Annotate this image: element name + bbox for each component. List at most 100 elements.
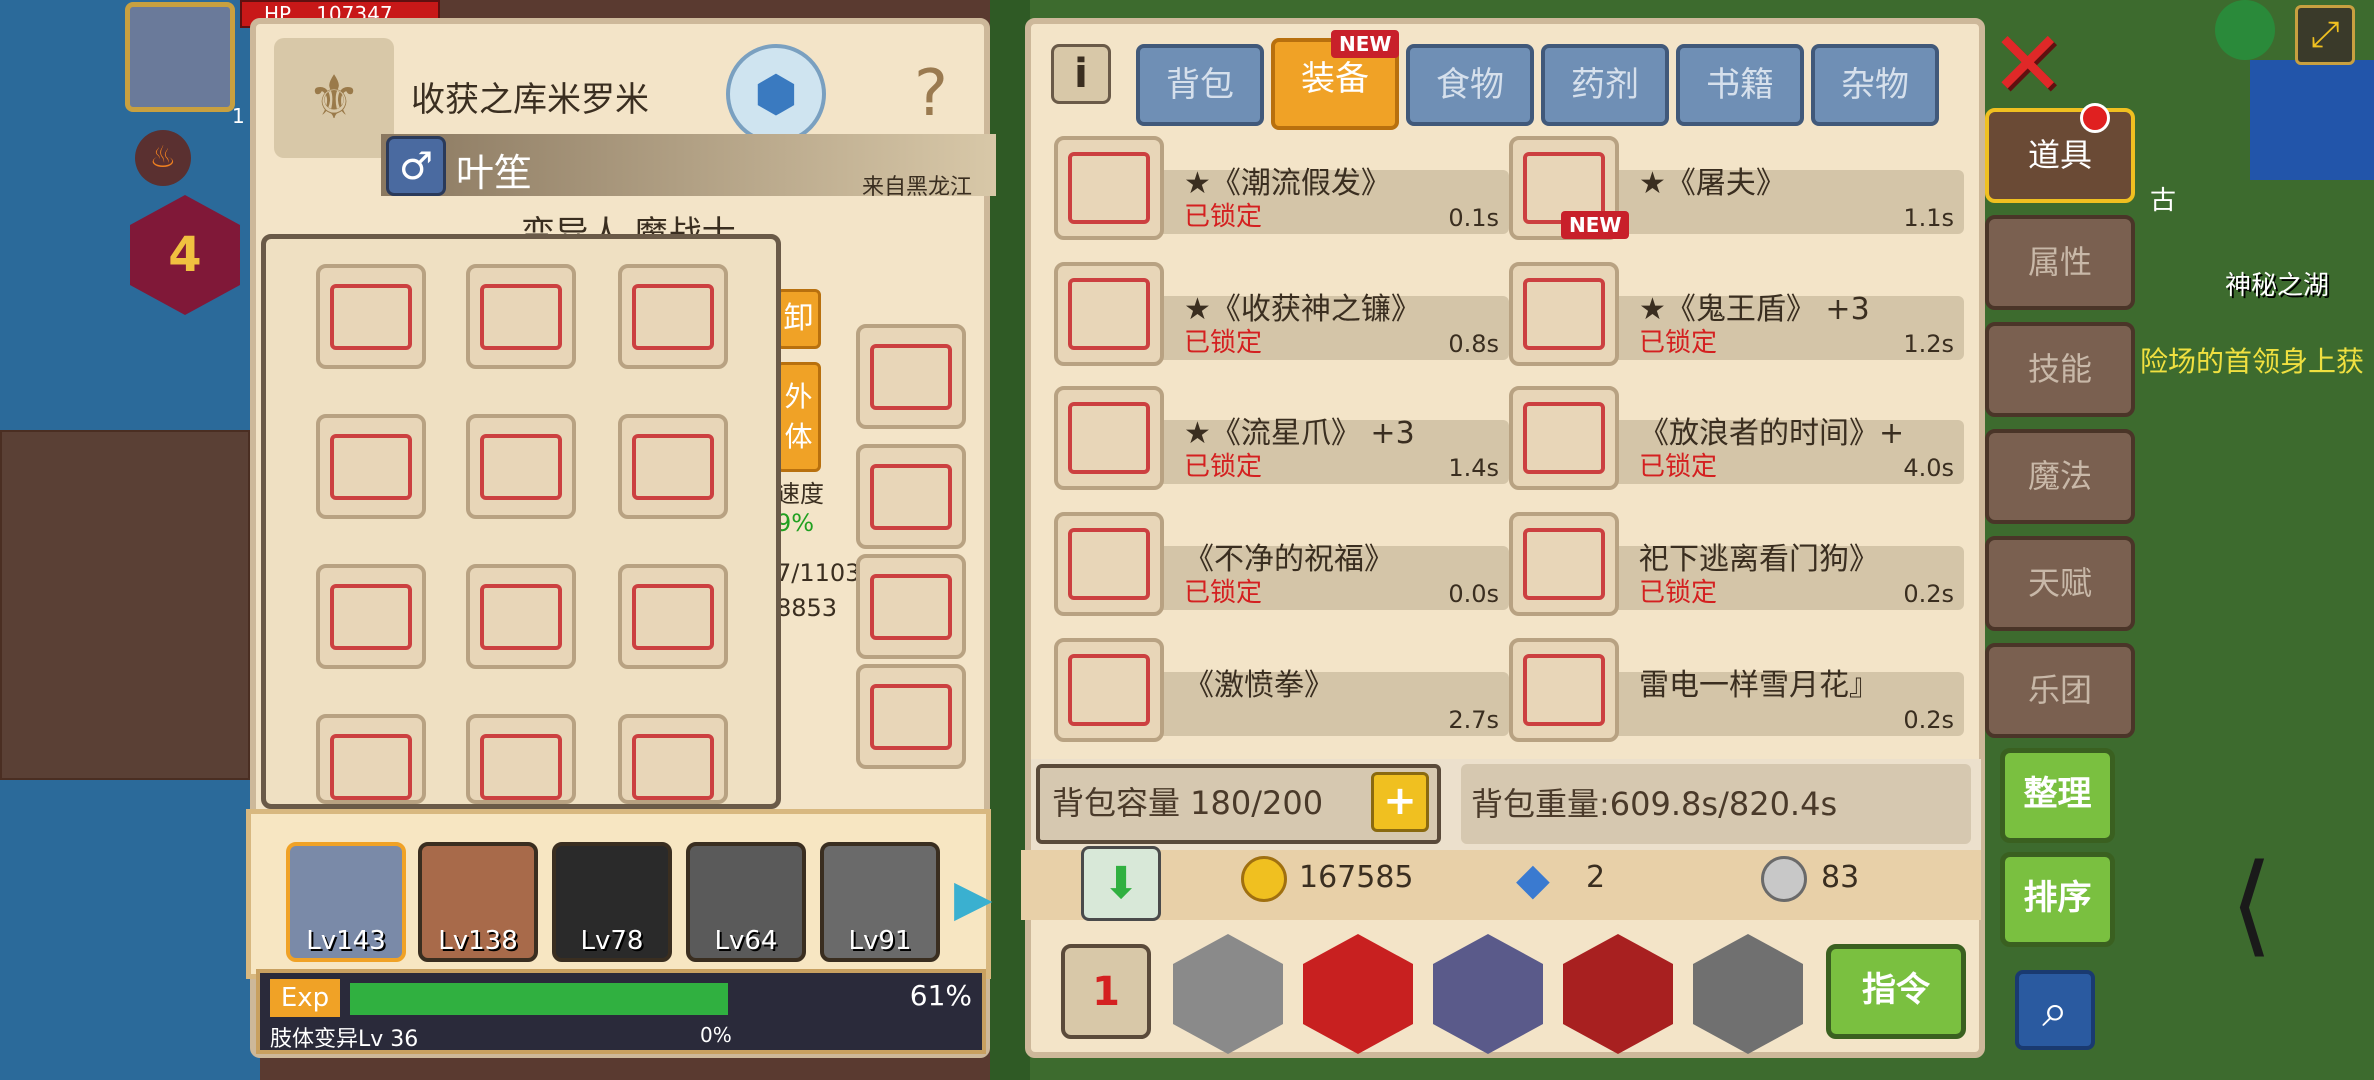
side-tab-magic[interactable]: 魔法 bbox=[1985, 429, 2135, 524]
inventory-item[interactable]: 《放浪者的时间》+ 已锁定 4.0s bbox=[1509, 386, 1964, 491]
bow-icon[interactable]: ⟨ bbox=[2230, 840, 2273, 968]
side-tab-items[interactable]: 道具 bbox=[1985, 108, 2135, 203]
mutation-percent: 0% bbox=[700, 1023, 732, 1047]
char-level-small: 1 bbox=[232, 104, 245, 128]
character-panel: ⚜ 收获之库米罗米 ⬢ ? ♂ 叶笙 来自黑龙江 变异人 魔战士 卸 外 体 速… bbox=[246, 18, 996, 1058]
empty-slot-icon[interactable] bbox=[1693, 934, 1803, 1054]
statue-icon[interactable] bbox=[1563, 934, 1673, 1054]
unequip-button[interactable]: 卸 bbox=[776, 289, 821, 349]
quest-hint: 险场的首领身上获 bbox=[2140, 345, 2365, 378]
equip-slot-ring[interactable] bbox=[856, 444, 966, 549]
search-magnifier-icon[interactable] bbox=[1173, 934, 1283, 1054]
character-name: 叶笙 bbox=[456, 151, 533, 195]
map-tag: 古 bbox=[2150, 186, 2177, 216]
wooden-dock bbox=[0, 430, 250, 780]
equip-slot-device[interactable] bbox=[856, 664, 966, 769]
item-weight: 0.8s bbox=[1448, 330, 1499, 358]
party-level: Lv64 bbox=[714, 926, 778, 956]
item-weight: 0.1s bbox=[1448, 204, 1499, 232]
teleport-crystal-icon[interactable]: ⬢ bbox=[726, 44, 826, 144]
inventory-item[interactable]: 祀下逃离看门狗》 已锁定 0.2s bbox=[1509, 512, 1964, 617]
equip-slot-helm-blue[interactable] bbox=[618, 264, 728, 369]
item-lock-status: 已锁定 bbox=[1184, 578, 1263, 608]
tab-misc[interactable]: 杂物 bbox=[1811, 44, 1939, 126]
notification-dot bbox=[2080, 103, 2110, 133]
book-icon[interactable] bbox=[1303, 934, 1413, 1054]
weight-label: 背包重量:609.8s/820.4s bbox=[1461, 764, 1971, 844]
equip-slot-crown[interactable] bbox=[316, 264, 426, 369]
equip-slot-emblem[interactable] bbox=[856, 214, 966, 319]
party-level: Lv143 bbox=[306, 926, 386, 956]
equip-slot-gauntlet[interactable] bbox=[856, 554, 966, 659]
equip-slot-orb[interactable] bbox=[618, 714, 728, 804]
party-member-5[interactable]: Lv91 bbox=[820, 842, 940, 962]
hotbar-number-icon[interactable]: 1 bbox=[1061, 944, 1151, 1039]
fire-icon[interactable]: ♨ bbox=[135, 130, 191, 186]
equip-slot-cape[interactable] bbox=[618, 414, 728, 519]
item-weight: 1.4s bbox=[1448, 454, 1499, 482]
search-icon[interactable]: ⌕ bbox=[2015, 970, 2095, 1050]
party-level: Lv91 bbox=[848, 926, 912, 956]
tab-potions[interactable]: 药剂 bbox=[1541, 44, 1669, 126]
hanger-icon[interactable]: ? bbox=[881, 44, 981, 144]
item-weight: 1.2s bbox=[1903, 330, 1954, 358]
download-icon[interactable]: ⬇ bbox=[1081, 846, 1161, 921]
close-icon[interactable]: ✕ bbox=[1990, 20, 2065, 110]
party-member-1[interactable]: Lv143 bbox=[286, 842, 406, 962]
appearance-button[interactable]: 外 体 bbox=[776, 362, 821, 472]
tab-food[interactable]: 食物 bbox=[1406, 44, 1534, 126]
party-member-4[interactable]: Lv64 bbox=[686, 842, 806, 962]
guild-crest-icon: ⚜ bbox=[274, 38, 394, 158]
equip-slot-helmet[interactable] bbox=[466, 264, 576, 369]
equip-slot-knight-helm[interactable] bbox=[316, 414, 426, 519]
inventory-item[interactable]: 《激愤拳》 2.7s bbox=[1054, 638, 1509, 743]
blue-water bbox=[2250, 60, 2374, 180]
party-next-arrow-icon[interactable]: ▶ bbox=[954, 869, 992, 927]
equip-slot-staff[interactable] bbox=[466, 564, 576, 669]
command-button[interactable]: 指令 bbox=[1826, 944, 1966, 1039]
equip-slot-necklace[interactable] bbox=[466, 414, 576, 519]
equip-slot-weapon[interactable] bbox=[618, 564, 728, 669]
equip-slot-sword[interactable] bbox=[316, 714, 426, 804]
inventory-item[interactable]: ★《收获神之镰》 已锁定 0.8s bbox=[1054, 262, 1509, 367]
organize-button[interactable]: 整理 bbox=[2000, 748, 2115, 843]
side-tab-attributes[interactable]: 属性 bbox=[1985, 215, 2135, 310]
equip-slot-armor-gold[interactable] bbox=[856, 324, 966, 429]
inventory-item[interactable]: ★《鬼王盾》 +3 已锁定 1.2s bbox=[1509, 262, 1964, 367]
item-name: 雷电一样雪月花』 bbox=[1639, 668, 1879, 703]
inventory-item[interactable]: 《不净的祝福》 已锁定 0.0s bbox=[1054, 512, 1509, 617]
tab-backpack[interactable]: 背包 bbox=[1136, 44, 1264, 126]
minimap-toggle-icon[interactable]: ⤢ bbox=[2295, 5, 2355, 65]
item-lock-status: 已锁定 bbox=[1639, 452, 1718, 482]
exp-panel: Exp 61% 肢体变异Lv 36 0% bbox=[256, 969, 986, 1054]
expand-capacity-button[interactable]: + bbox=[1371, 772, 1429, 832]
side-tab-talents[interactable]: 天赋 bbox=[1985, 536, 2135, 631]
inventory-item[interactable]: ★《流星爪》 +3 已锁定 1.4s bbox=[1054, 386, 1509, 491]
globe-icon[interactable] bbox=[2215, 0, 2275, 60]
party-member-3[interactable]: Lv78 bbox=[552, 842, 672, 962]
inventory-item[interactable]: ★《潮流假发》 已锁定 0.1s bbox=[1054, 136, 1509, 241]
party-member-2[interactable]: Lv138 bbox=[418, 842, 538, 962]
exp-percent: 61% bbox=[909, 979, 972, 1012]
player-portrait[interactable] bbox=[125, 2, 235, 112]
gem-icon: ◆ bbox=[1516, 854, 1550, 905]
equip-slot-spear[interactable] bbox=[466, 714, 576, 804]
party-level: Lv78 bbox=[580, 926, 644, 956]
speed-label: 速度 bbox=[776, 480, 824, 508]
sort-button[interactable]: 排序 bbox=[2000, 852, 2115, 947]
speed-percent: 9% bbox=[776, 509, 815, 537]
eye-orb-icon[interactable] bbox=[1433, 934, 1543, 1054]
silver-amount: 83 bbox=[1821, 860, 1860, 895]
gold-coin-icon bbox=[1241, 856, 1287, 902]
info-button[interactable]: i bbox=[1051, 44, 1111, 104]
character-title: 收获之库米罗米 bbox=[411, 80, 649, 120]
item-new-badge: NEW bbox=[1561, 211, 1630, 239]
inventory-item[interactable]: 雷电一样雪月花』 0.2s bbox=[1509, 638, 1964, 743]
side-tab-band[interactable]: 乐团 bbox=[1985, 643, 2135, 738]
item-lock-status: 已锁定 bbox=[1184, 202, 1263, 232]
item-weight: 0.2s bbox=[1903, 706, 1954, 734]
equip-slot-armor[interactable] bbox=[316, 564, 426, 669]
side-tab-skills[interactable]: 技能 bbox=[1985, 322, 2135, 417]
stat-value-1: 7/1103 bbox=[776, 559, 861, 587]
tab-books[interactable]: 书籍 bbox=[1676, 44, 1804, 126]
